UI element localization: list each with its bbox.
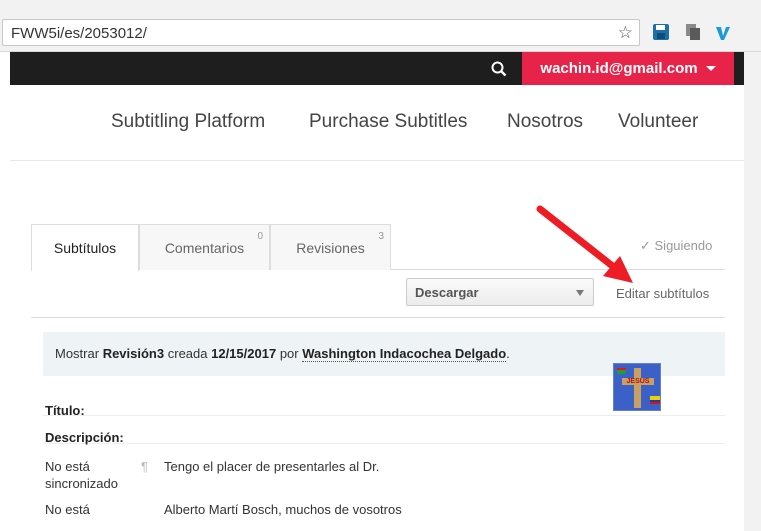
revision-prefix: Mostrar xyxy=(55,346,100,361)
page-right-edge xyxy=(744,52,761,531)
nav-volunteer[interactable]: Volunteer xyxy=(618,111,698,133)
main-navigation: Subtitling Platform Purchase Subtitles N… xyxy=(10,85,744,161)
subtitle-row[interactable]: No está Alberto Martí Bosch, muchos de v… xyxy=(43,501,725,521)
tab-label: Comentarios xyxy=(164,239,245,256)
revision-number[interactable]: Revisión3 xyxy=(103,346,164,361)
sync-status: No está xyxy=(45,502,90,517)
subtitle-text: Tengo el placer de presentarles al Dr. xyxy=(164,459,380,474)
revision-suffix: . xyxy=(506,346,510,361)
tab-label: Revisiones xyxy=(296,239,365,256)
chevron-down-icon xyxy=(705,66,716,71)
address-bar[interactable]: FWW5i/es/2053012/ ☆ xyxy=(2,19,640,46)
sync-status: No está sincronizado xyxy=(45,459,118,491)
vimeo-icon[interactable] xyxy=(713,22,733,42)
tab-subtitulos[interactable]: Subtítulos xyxy=(31,224,139,271)
revision-text: Mostrar Revisión3 creada 12/15/2017 por … xyxy=(55,346,510,362)
revision-by: por xyxy=(279,346,299,361)
edit-subtitles-link[interactable]: Editar subtítulos xyxy=(616,286,709,301)
author-link[interactable]: Washington Indacochea Delgado xyxy=(302,346,507,362)
revision-created: creada xyxy=(167,346,208,361)
save-icon[interactable] xyxy=(651,22,671,42)
tab-comentarios[interactable]: Comentarios 0 xyxy=(139,224,270,270)
tab-count: 0 xyxy=(257,231,263,242)
tab-label: Subtítulos xyxy=(53,240,117,256)
top-navbar: wachin.id@gmail.com xyxy=(10,52,744,85)
nav-purchase-subtitles[interactable]: Purchase Subtitles xyxy=(309,111,467,133)
copy-icon[interactable] xyxy=(683,22,703,42)
search-icon[interactable] xyxy=(490,60,508,78)
tab-count: 3 xyxy=(378,231,384,242)
description-label: Descripción: xyxy=(45,430,124,445)
revision-date: 12/15/2017 xyxy=(211,346,277,361)
description-row: Descripción: xyxy=(43,416,725,445)
tab-revisiones[interactable]: Revisiones 3 xyxy=(270,224,391,270)
account-menu-button[interactable]: wachin.id@gmail.com xyxy=(522,52,734,85)
nav-subtitling-platform[interactable]: Subtitling Platform xyxy=(111,111,265,133)
url-text: FWW5i/es/2053012/ xyxy=(11,25,147,42)
star-icon[interactable]: ☆ xyxy=(618,23,633,43)
subtitle-toolbar: Descargar Editar subtítulos xyxy=(31,270,725,318)
title-row: Título: xyxy=(43,396,725,418)
account-email: wachin.id@gmail.com xyxy=(540,60,698,77)
pilcrow-icon: ¶ xyxy=(141,459,148,474)
download-select[interactable]: Descargar xyxy=(406,278,594,306)
chevron-down-icon xyxy=(576,290,584,296)
page-left-edge xyxy=(0,52,10,531)
subtitle-row[interactable]: No está sincronizado ¶ Tengo el placer d… xyxy=(43,458,725,498)
svg-text:JESUS: JESUS xyxy=(627,378,650,385)
browser-toolbar: FWW5i/es/2053012/ ☆ xyxy=(0,0,761,52)
following-toggle[interactable]: ✓ Siguiendo xyxy=(640,238,712,254)
download-label: Descargar xyxy=(415,285,479,300)
nav-nosotros[interactable]: Nosotros xyxy=(507,111,583,133)
subtitle-text: Alberto Martí Bosch, muchos de vosotros xyxy=(164,502,402,517)
content-tabs: Subtítulos Comentarios 0 Revisiones 3 xyxy=(31,224,725,271)
